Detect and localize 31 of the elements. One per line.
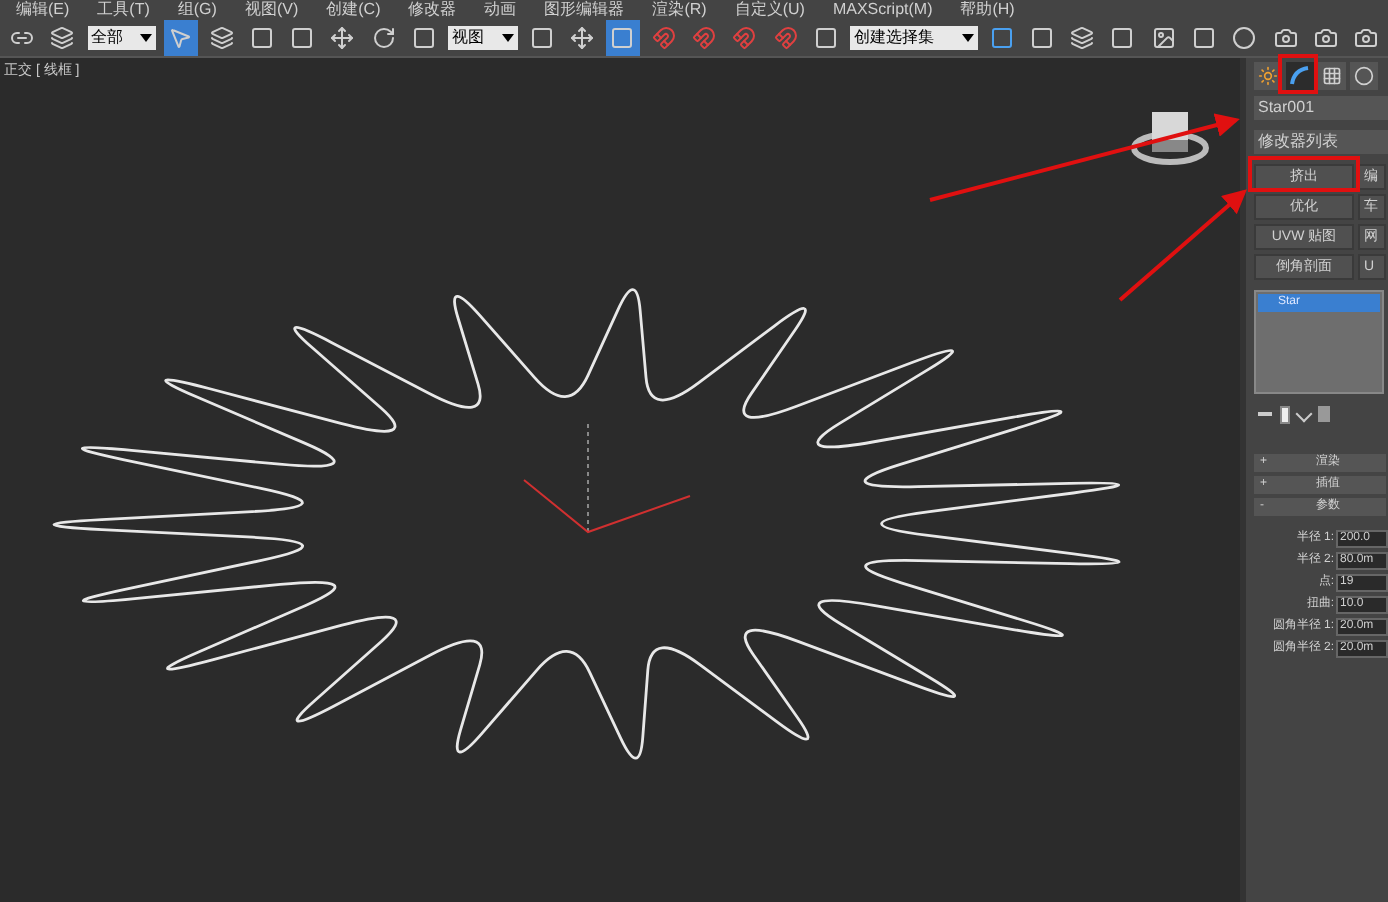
axis-gizmo-icon	[523, 423, 691, 534]
menu-item[interactable]: 图形编辑器	[544, 0, 625, 18]
caret-icon	[961, 33, 974, 41]
object-name-field[interactable]: Star001	[1254, 96, 1388, 120]
select-icon[interactable]	[164, 19, 197, 55]
named-selection-dropdown[interactable]: 创建选择集	[849, 25, 978, 49]
menu-item[interactable]: 动画	[484, 0, 517, 18]
arc-icon	[1290, 66, 1310, 86]
selection-filter-dropdown[interactable]: 全部	[87, 25, 157, 49]
panel-tab[interactable]	[1350, 62, 1378, 90]
menu-item[interactable]: 组(G)	[177, 0, 217, 18]
menu-item[interactable]: 编辑(E)	[16, 0, 70, 18]
menu-item[interactable]: MAXScript(M)	[832, 0, 933, 18]
menu-item[interactable]: 视图(V)	[244, 0, 299, 18]
caret-icon	[501, 33, 514, 41]
coordinate-dropdown[interactable]: 视图	[448, 25, 518, 49]
panel-tab[interactable]	[1286, 62, 1314, 90]
menu-item[interactable]: 创建(C)	[326, 0, 381, 18]
caret-icon	[140, 33, 153, 41]
menu-item[interactable]: 帮助(H)	[960, 0, 1015, 18]
highlight-frame	[1278, 54, 1318, 94]
sun-icon	[1258, 66, 1278, 86]
panel-tab[interactable]	[1318, 62, 1346, 90]
hierarchy-icon	[1322, 66, 1342, 86]
menu-item[interactable]: 渲染(R)	[652, 0, 707, 18]
menu-item[interactable]: 自定义(U)	[734, 0, 805, 18]
menu-item[interactable]: 工具(T)	[97, 0, 150, 18]
menu-item[interactable]: 修改器	[408, 0, 457, 18]
motion-icon	[1354, 66, 1374, 86]
highlight-frame	[1248, 156, 1360, 192]
modifier-list-dropdown[interactable]: 修改器列表	[1254, 130, 1388, 154]
